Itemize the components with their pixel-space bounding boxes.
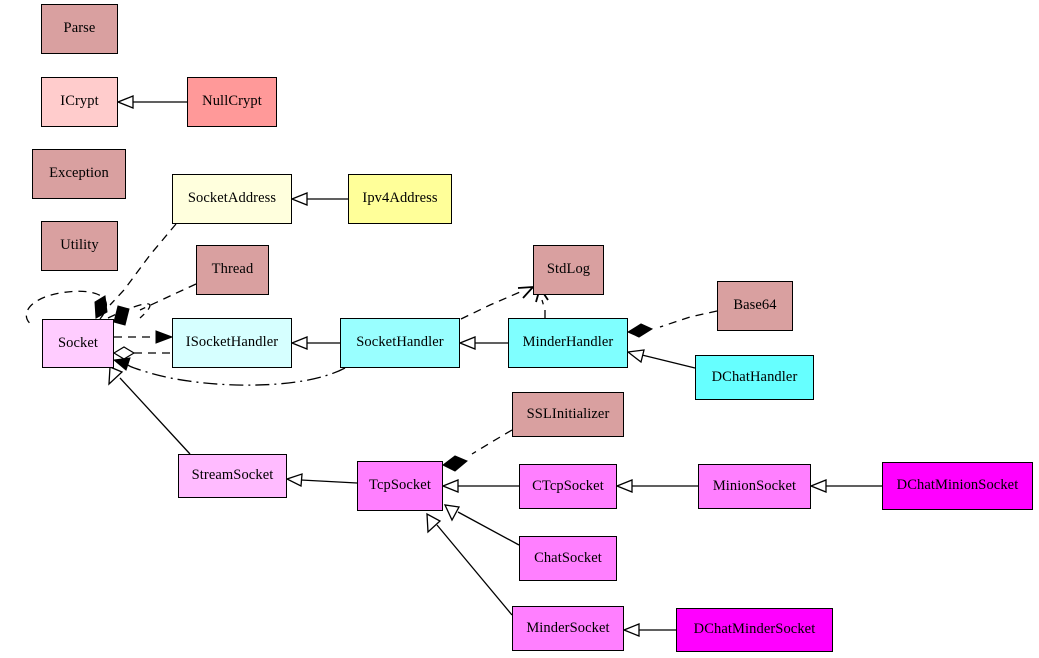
class-node-nullcrypt[interactable]: NullCrypt bbox=[187, 77, 277, 127]
class-node-ipv4address[interactable]: Ipv4Address bbox=[348, 174, 452, 224]
class-node-sslinitializer[interactable]: SSLInitializer bbox=[512, 392, 624, 437]
class-node-label: MinderHandler bbox=[522, 334, 614, 351]
class-node-label: Ipv4Address bbox=[362, 190, 438, 207]
class-node-dchathandler[interactable]: DChatHandler bbox=[695, 355, 814, 400]
class-node-label: ISocketHandler bbox=[185, 334, 279, 351]
edge-sockethandler-stdlog bbox=[460, 286, 534, 320]
class-node-label: MinderSocket bbox=[526, 619, 610, 636]
class-node-minderhandler[interactable]: MinderHandler bbox=[508, 318, 628, 368]
class-node-label: SocketAddress bbox=[187, 190, 277, 207]
edge-sockethandler-isockethandler bbox=[290, 336, 340, 350]
class-node-label: StdLog bbox=[546, 261, 591, 278]
class-node-icrypt[interactable]: ICrypt bbox=[41, 77, 118, 127]
class-node-socketaddress[interactable]: SocketAddress bbox=[172, 174, 292, 224]
edge-mindersocket-tcpsocket bbox=[426, 512, 513, 616]
class-node-label: DChatMinderSocket bbox=[693, 621, 816, 638]
class-node-thread[interactable]: Thread bbox=[196, 245, 269, 295]
edge-ctcpsocket-tcpsocket bbox=[441, 479, 519, 493]
class-node-socket[interactable]: Socket bbox=[42, 319, 114, 368]
class-node-ctcpsocket[interactable]: CTcpSocket bbox=[519, 464, 617, 509]
class-node-label: Socket bbox=[57, 334, 99, 351]
edge-ipv4address-socketaddress bbox=[290, 192, 348, 206]
edge-socket-isockethandler-dependency bbox=[114, 330, 174, 344]
class-node-label: Utility bbox=[60, 237, 99, 254]
class-node-parse[interactable]: Parse bbox=[41, 4, 118, 54]
class-node-label: MinionSocket bbox=[712, 477, 797, 494]
class-node-utility[interactable]: Utility bbox=[41, 221, 118, 271]
class-node-dchatmindersocket[interactable]: DChatMinderSocket bbox=[676, 608, 833, 652]
class-node-label: SocketHandler bbox=[356, 334, 444, 351]
class-node-minionsocket[interactable]: MinionSocket bbox=[698, 464, 811, 509]
class-node-label: ChatSocket bbox=[534, 549, 602, 566]
edge-nullcrypt-icrypt bbox=[116, 95, 187, 109]
uml-class-diagram: Parse ICrypt NullCrypt Exception SocketA… bbox=[0, 0, 1039, 658]
edge-minionsocket-ctcpsocket bbox=[615, 479, 698, 493]
class-node-label: DChatMinionSocket bbox=[896, 477, 1019, 494]
class-node-label: StreamSocket bbox=[191, 467, 274, 484]
class-node-label: SSLInitializer bbox=[526, 405, 610, 422]
class-node-tcpsocket[interactable]: TcpSocket bbox=[357, 461, 443, 511]
class-node-label: CTcpSocket bbox=[532, 477, 604, 494]
class-node-label: Thread bbox=[211, 261, 254, 278]
edge-streamsocket-socket bbox=[108, 366, 191, 455]
edge-socket-isockethandler-aggregation bbox=[112, 346, 172, 360]
class-node-label: Parse bbox=[63, 20, 96, 37]
edge-chatsocket-tcpsocket bbox=[443, 504, 520, 546]
class-node-label: NullCrypt bbox=[202, 93, 262, 110]
class-node-label: ICrypt bbox=[60, 93, 99, 110]
edge-minderhandler-sockethandler bbox=[458, 336, 508, 350]
class-node-label: Exception bbox=[49, 165, 109, 182]
class-node-chatsocket[interactable]: ChatSocket bbox=[519, 536, 617, 581]
edge-tcpsocket-streamsocket bbox=[285, 473, 358, 488]
edge-base64-minderhandler bbox=[626, 310, 718, 338]
class-node-stdlog[interactable]: StdLog bbox=[533, 245, 604, 295]
edge-dchathandler-minderhandler bbox=[626, 349, 696, 369]
class-node-label: TcpSocket bbox=[369, 477, 431, 494]
class-node-dchatminionsocket[interactable]: DChatMinionSocket bbox=[882, 462, 1033, 510]
class-node-streamsocket[interactable]: StreamSocket bbox=[178, 454, 287, 498]
class-node-isockethandler[interactable]: ISocketHandler bbox=[172, 318, 292, 368]
edge-dchatmindersocket-mindersocket bbox=[622, 623, 676, 637]
edge-socket-upper-loop bbox=[107, 303, 151, 319]
class-node-base64[interactable]: Base64 bbox=[717, 281, 793, 331]
edge-dchatminionsocket-minionsocket bbox=[809, 479, 882, 493]
class-node-label: Base64 bbox=[733, 297, 777, 314]
class-node-exception[interactable]: Exception bbox=[32, 149, 126, 199]
edge-sslinitializer-tcpsocket bbox=[442, 429, 513, 472]
class-node-sockethandler[interactable]: SocketHandler bbox=[340, 318, 460, 368]
class-node-mindersocket[interactable]: MinderSocket bbox=[512, 606, 624, 651]
class-node-label: DChatHandler bbox=[711, 368, 798, 385]
